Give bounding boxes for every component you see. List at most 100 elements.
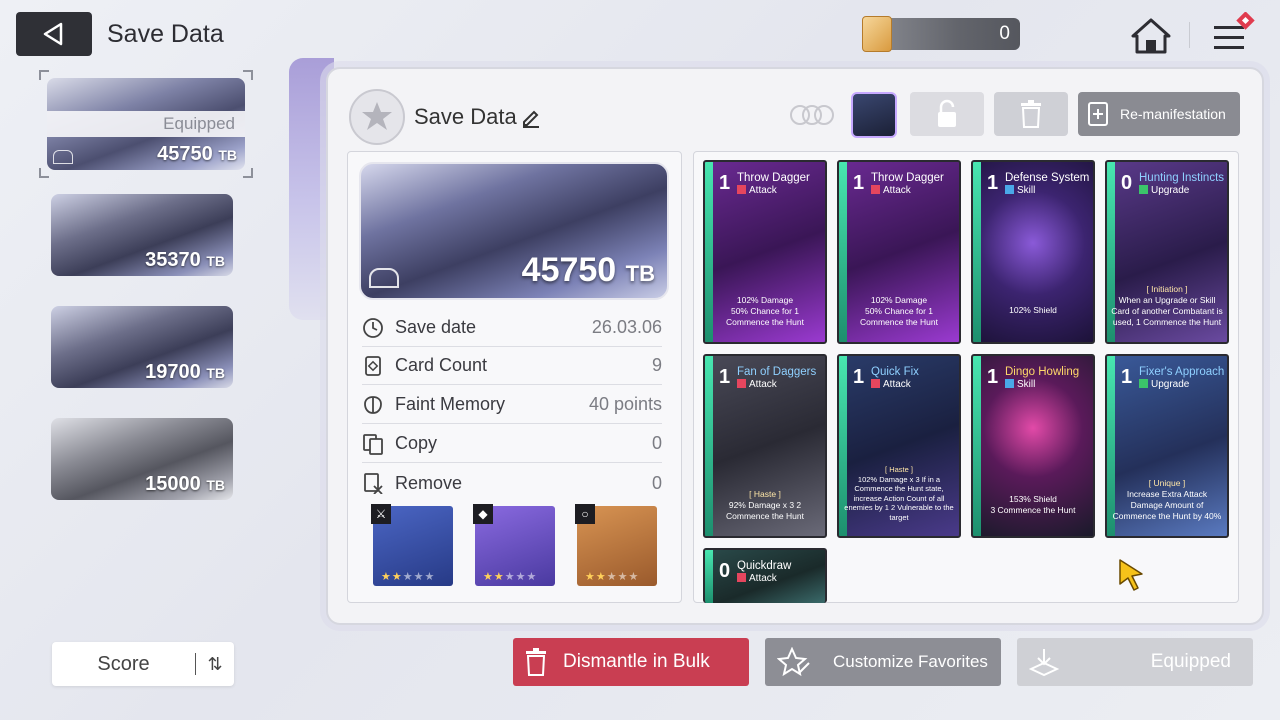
card-cost: 1 xyxy=(1121,366,1133,388)
card-name: Throw Dagger xyxy=(737,172,810,184)
unlock-icon xyxy=(938,99,956,127)
equipment-armor[interactable]: ◆ ★★★★★ xyxy=(473,504,555,586)
remanifestation-label: Re-manifestation xyxy=(1120,106,1226,122)
arena-icon xyxy=(369,268,399,288)
row-value: 40 points xyxy=(588,394,662,414)
card-type: Skill xyxy=(1005,379,1035,390)
equipment-rarity-stars: ★★★★★ xyxy=(585,571,640,583)
weapon-type-icon: ⚔ xyxy=(371,504,391,524)
row-label: Card Count xyxy=(395,355,488,375)
equip-download-icon xyxy=(1029,649,1059,677)
card-type: Attack xyxy=(871,379,911,390)
ring-type-icon: ○ xyxy=(575,504,595,524)
save-data-emblem-icon xyxy=(349,89,405,145)
remanifest-icon xyxy=(1088,102,1108,126)
save-slot-3[interactable]: 19700 TB xyxy=(51,306,233,388)
sort-order-icon[interactable]: ⇅ xyxy=(196,654,234,675)
card-hunting-instincts[interactable]: 0 Hunting Instincts Upgrade [ Initiation… xyxy=(1105,160,1229,344)
save-slot-2[interactable]: 35370 TB xyxy=(51,194,233,276)
card-cost: 1 xyxy=(987,366,999,388)
card-description: [ Initiation ] When an Upgrade or Skill C… xyxy=(1111,284,1223,327)
card-icon xyxy=(365,355,381,376)
brain-icon xyxy=(364,395,382,414)
card-type: Attack xyxy=(737,573,777,584)
page-title: Save Data xyxy=(107,20,224,48)
card-name: Quick Fix xyxy=(871,366,919,378)
card-cost: 1 xyxy=(719,366,731,388)
row-label: Copy xyxy=(395,433,438,453)
equipment-artifact[interactable]: ○ ★★★★★ xyxy=(575,504,657,586)
card-name: Fixer's Approach xyxy=(1139,366,1225,378)
card-name: Throw Dagger xyxy=(871,172,944,184)
card-defense-system[interactable]: 1 Defense System Skill 102% Shield xyxy=(971,160,1095,344)
save-slot-4[interactable]: 15000 TB xyxy=(51,418,233,500)
delete-button[interactable] xyxy=(994,92,1068,136)
card-cost: 1 xyxy=(987,172,999,194)
card-dingo-howling[interactable]: 1 Dingo Howling Skill 153% Shield 3 Comme… xyxy=(971,354,1095,538)
card-name: Quickdraw xyxy=(737,560,792,572)
card-cost: 1 xyxy=(853,366,865,388)
row-value: 9 xyxy=(651,355,662,375)
card-fixers-approach[interactable]: 1 Fixer's Approach Upgrade [ Unique ] Inc… xyxy=(1105,354,1229,538)
equipment-rarity-stars: ★★★★★ xyxy=(381,571,436,583)
menu-icon[interactable] xyxy=(1208,12,1258,56)
customize-favorites-label: Customize Favorites xyxy=(833,652,988,671)
info-row-faint-memory: Faint Memory 40 points xyxy=(362,386,662,424)
row-label: Faint Memory xyxy=(395,394,506,414)
card-throw-dagger[interactable]: 1 Throw Dagger Attack 102% Damage 50% Cha… xyxy=(703,160,827,344)
armor-type-icon: ◆ xyxy=(473,504,493,524)
back-arrow-icon xyxy=(43,22,63,46)
currency-display: 0 xyxy=(862,16,1020,52)
card-quickdraw[interactable]: 0 Quickdraw Attack xyxy=(703,548,827,603)
pointer-cursor-icon xyxy=(1119,559,1143,591)
remove-card-icon xyxy=(364,473,383,494)
lock-button[interactable] xyxy=(910,92,984,136)
ticket-icon xyxy=(862,16,892,52)
save-data-value: 45750 TB xyxy=(521,251,655,289)
card-name: Dingo Howling xyxy=(1005,366,1080,378)
edit-pencil-icon[interactable] xyxy=(520,106,542,128)
back-button[interactable] xyxy=(16,12,92,56)
card-throw-dagger[interactable]: 1 Throw Dagger Attack 102% Damage 50% Cha… xyxy=(837,160,961,344)
card-type: Upgrade xyxy=(1139,379,1189,390)
card-fan-of-daggers[interactable]: 1 Fan of Daggers Attack [ Haste ] 92% Dam… xyxy=(703,354,827,538)
equipment-weapon[interactable]: ⚔ ★★★★★ xyxy=(371,504,453,586)
row-value: 0 xyxy=(651,472,662,493)
row-label: Remove xyxy=(395,472,463,493)
copy-icon xyxy=(363,433,383,455)
slot-value: 15000 TB xyxy=(145,473,225,495)
card-type: Upgrade xyxy=(1139,185,1189,196)
remanifestation-button[interactable]: Re-manifestation xyxy=(1078,92,1240,136)
card-type: Attack xyxy=(871,185,911,196)
card-description: 102% Damage 50% Chance for 1 Commence the… xyxy=(726,295,804,327)
card-name: Defense System xyxy=(1005,172,1090,184)
dismantle-bulk-label: Dismantle in Bulk xyxy=(563,651,710,672)
dismantle-bulk-button[interactable]: Dismantle in Bulk xyxy=(513,638,749,686)
card-quick-fix[interactable]: 1 Quick Fix Attack [ Haste ] 102% Damage … xyxy=(837,354,961,538)
row-label: Save date xyxy=(395,317,477,337)
equipment-rarity-stars: ★★★★★ xyxy=(483,571,538,583)
card-type: Attack xyxy=(737,185,777,196)
divider xyxy=(1189,22,1190,48)
clock-icon xyxy=(363,317,383,338)
card-description: 102% Shield xyxy=(1009,305,1057,315)
card-type: Skill xyxy=(1005,185,1035,196)
combatant-thumbnail-button[interactable] xyxy=(851,92,897,138)
card-cost: 0 xyxy=(1121,172,1133,194)
card-description: [ Unique ] Increase Extra Attack Damage A… xyxy=(1112,478,1222,521)
save-data-preview: 45750 TB xyxy=(359,162,669,300)
card-name: Fan of Daggers xyxy=(737,366,817,378)
card-cost: 1 xyxy=(719,172,731,194)
slot-value: 45750 TB xyxy=(157,143,237,165)
equipped-button: Equipped xyxy=(1017,638,1253,686)
equipped-badge: Equipped xyxy=(47,111,245,137)
card-cost: 0 xyxy=(719,560,731,582)
save-slot-1[interactable]: Equipped 45750 TB xyxy=(47,78,245,170)
sort-button[interactable]: Score ⇅ xyxy=(52,642,234,686)
card-cost: 1 xyxy=(853,172,865,194)
customize-favorites-button[interactable]: Customize Favorites xyxy=(765,638,1001,686)
home-icon[interactable] xyxy=(1130,16,1172,56)
slot-value: 35370 TB xyxy=(145,249,225,271)
panel-title: Save Data xyxy=(414,104,517,129)
link-rings-icon xyxy=(790,105,834,125)
